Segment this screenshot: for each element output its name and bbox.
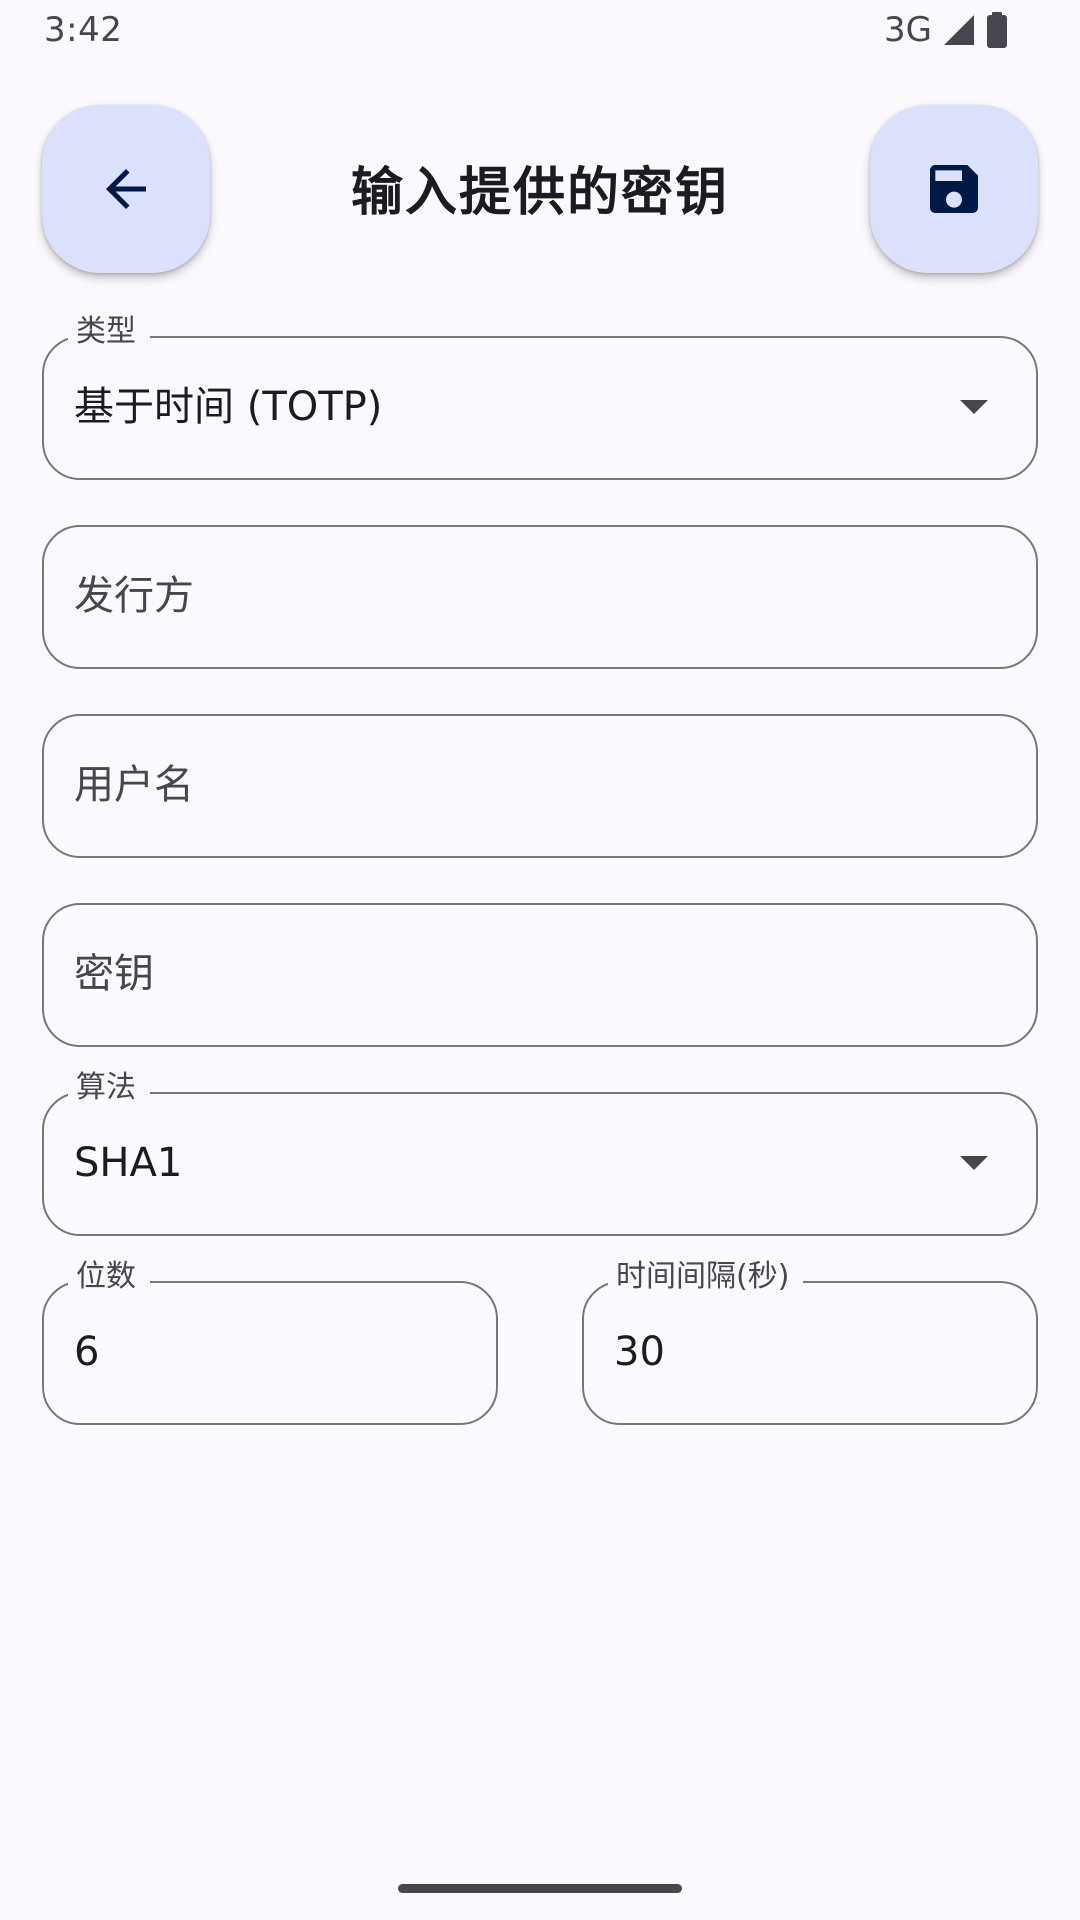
algorithm-dropdown[interactable]: 算法 SHA1 — [42, 1068, 1038, 1236]
dropdown-arrow-icon — [960, 1156, 988, 1170]
issuer-placeholder: 发行方 — [74, 573, 194, 619]
username-placeholder: 用户名 — [74, 762, 194, 808]
type-value: 基于时间 (TOTP) — [74, 384, 383, 430]
battery-icon — [987, 12, 1007, 48]
cell-signal-icon — [944, 15, 974, 45]
network-type: 3G — [884, 10, 932, 50]
algorithm-value: SHA1 — [74, 1140, 183, 1186]
username-field[interactable]: 用户名 — [42, 714, 1038, 858]
status-time: 3:42 — [44, 10, 123, 50]
save-button[interactable] — [870, 105, 1038, 273]
period-field[interactable]: 时间间隔(秒) 30 — [582, 1257, 1038, 1425]
status-icons: 3G — [884, 10, 1008, 50]
digits-value: 6 — [74, 1329, 100, 1375]
dropdown-arrow-icon — [960, 400, 988, 414]
secret-field[interactable]: 密钥 — [42, 903, 1038, 1047]
issuer-field[interactable]: 发行方 — [42, 525, 1038, 669]
period-value: 30 — [614, 1329, 665, 1375]
digits-field[interactable]: 位数 6 — [42, 1257, 498, 1425]
status-bar: 3:42 3G — [0, 0, 1080, 62]
home-indicator[interactable] — [398, 1884, 682, 1893]
floppy-save-icon — [930, 165, 978, 213]
type-dropdown[interactable]: 类型 基于时间 (TOTP) — [42, 312, 1038, 480]
secret-placeholder: 密钥 — [74, 951, 154, 997]
